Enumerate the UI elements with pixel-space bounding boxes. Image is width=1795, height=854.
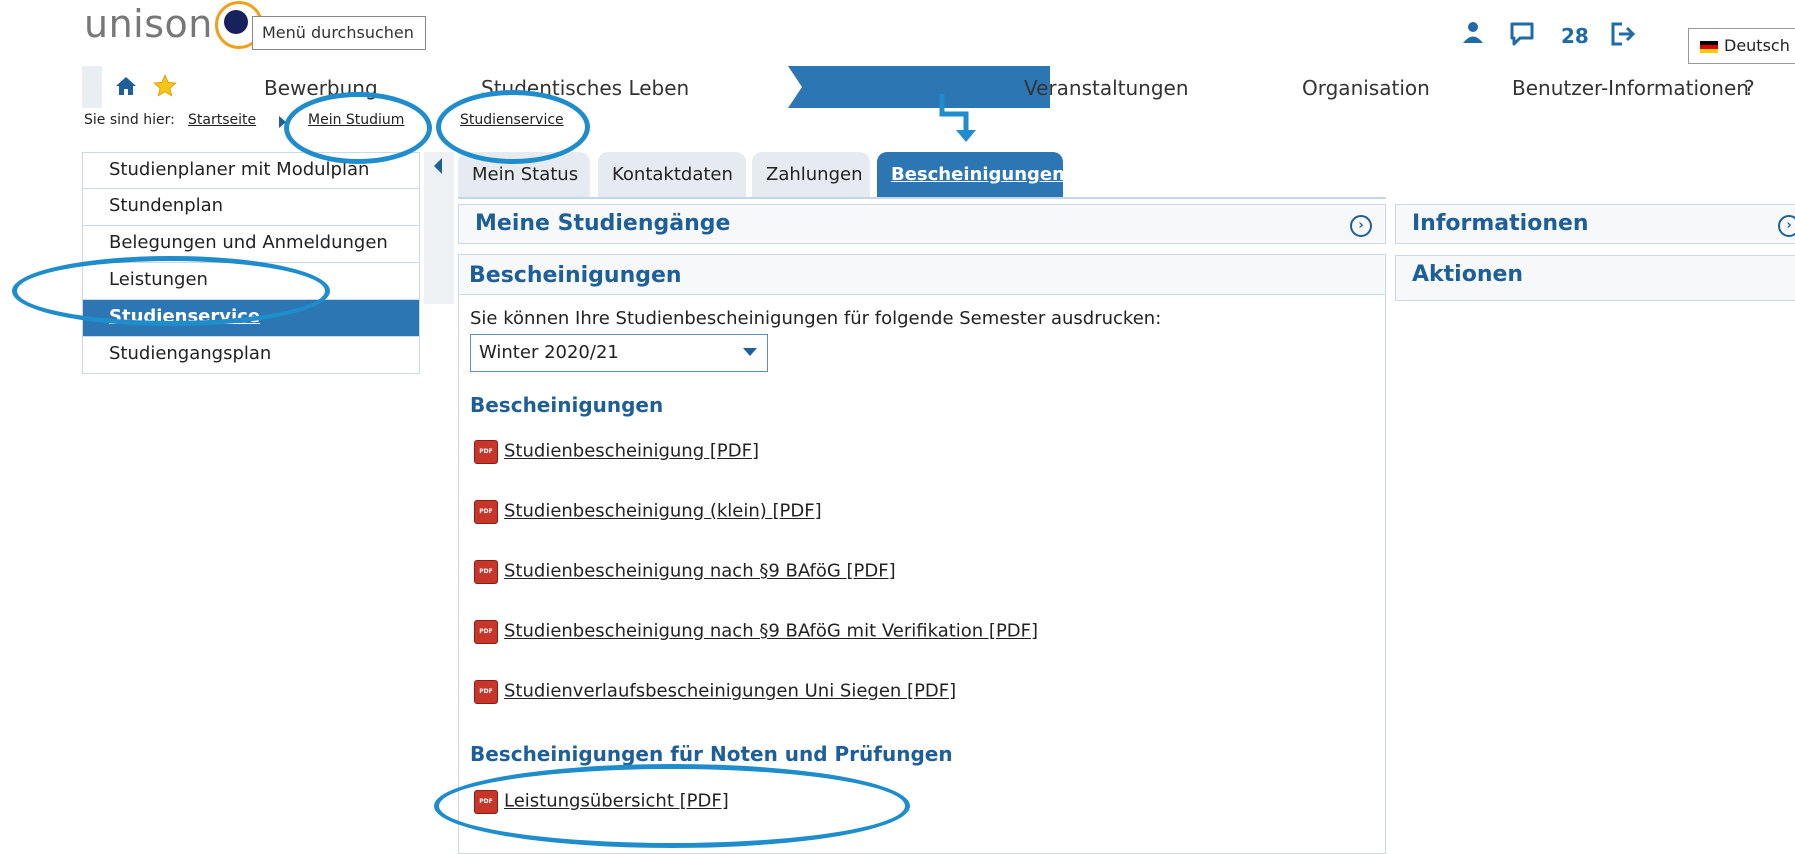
- nav-organisation[interactable]: Organisation: [1302, 76, 1430, 100]
- unison-logo[interactable]: unison: [84, 0, 263, 51]
- nav-veranstaltungen[interactable]: Veranstaltungen: [1024, 76, 1189, 100]
- sidebar-item-belegungen[interactable]: Belegungen und Anmeldungen: [82, 226, 420, 263]
- panel-aktionen[interactable]: Aktionen: [1395, 255, 1795, 301]
- panel-informationen[interactable]: Informationen: [1395, 204, 1795, 244]
- nav-benutzer-informationen[interactable]: Benutzer-Informationen: [1512, 76, 1749, 100]
- sidebar-item-studienservice[interactable]: Studienservice: [82, 300, 420, 337]
- user-icon[interactable]: [1461, 20, 1485, 50]
- logout-icon[interactable]: [1608, 20, 1636, 54]
- logo-text: unison: [84, 2, 213, 46]
- intro-text: Sie können Ihre Studienbescheinigungen f…: [470, 308, 1162, 329]
- doc-link-studienbescheinigung[interactable]: PDF Studienbescheinigung [PDF]: [474, 440, 759, 464]
- language-select[interactable]: Deutsch: [1688, 28, 1795, 64]
- breadcrumb-prefix: Sie sind hier:: [84, 112, 175, 128]
- messages-count[interactable]: 28: [1561, 24, 1589, 48]
- nav-active-bg: [788, 66, 1050, 108]
- sidebar-item-studiengangsplan[interactable]: Studiengangsplan: [82, 337, 420, 374]
- pdf-icon: PDF: [474, 560, 498, 584]
- nav-mein-studium[interactable]: Mein Studium: [772, 10, 928, 34]
- pdf-icon: PDF: [474, 500, 498, 524]
- semester-value: Winter 2020/21: [479, 342, 619, 363]
- doc-link-bafoeg-verifikation[interactable]: PDF Studienbescheinigung nach §9 BAföG mi…: [474, 620, 1038, 644]
- pdf-icon: PDF: [474, 680, 498, 704]
- panel-title: Aktionen: [1412, 262, 1524, 287]
- section-noten-pruefungen: Bescheinigungen für Noten und Prüfungen: [470, 742, 953, 766]
- nav-help[interactable]: ?: [1744, 76, 1755, 100]
- expand-circle-icon[interactable]: ›: [1778, 215, 1795, 237]
- doc-link-leistungsuebersicht[interactable]: PDF Leistungsübersicht [PDF]: [474, 790, 729, 814]
- doc-link-bafoeg[interactable]: PDF Studienbescheinigung nach §9 BAföG [P…: [474, 560, 896, 584]
- sidebar-item-leistungen[interactable]: Leistungen: [82, 263, 420, 300]
- favorites-star-icon[interactable]: [152, 73, 178, 103]
- tab-zahlungen[interactable]: Zahlungen: [752, 152, 870, 198]
- sidebar-collapse-strip[interactable]: [424, 152, 454, 304]
- collapse-arrow-icon[interactable]: [434, 158, 442, 174]
- menu-search-input[interactable]: Menü durchsuchen: [252, 16, 426, 50]
- bescheinigungen-heading: Bescheinigungen: [459, 255, 1385, 295]
- chevron-down-icon: [743, 348, 757, 356]
- tab-kontaktdaten[interactable]: Kontaktdaten: [598, 152, 746, 198]
- tab-mein-status[interactable]: Mein Status: [458, 152, 590, 198]
- breadcrumb-studienservice[interactable]: Studienservice: [460, 112, 564, 128]
- doc-link-studienbescheinigung-klein[interactable]: PDF Studienbescheinigung (klein) [PDF]: [474, 500, 822, 524]
- home-icon[interactable]: [114, 74, 138, 102]
- pdf-icon: PDF: [474, 620, 498, 644]
- language-label: Deutsch: [1724, 36, 1790, 55]
- breadcrumb-mein-studium[interactable]: Mein Studium: [308, 112, 404, 128]
- sidebar-item-stundenplan[interactable]: Stundenplan: [82, 189, 420, 226]
- nav-bewerbung[interactable]: Bewerbung: [264, 76, 378, 100]
- tab-bescheinigungen[interactable]: Bescheinigungen: [877, 152, 1065, 198]
- doc-link-studienverlauf[interactable]: PDF Studienverlaufsbescheinigungen Uni Si…: [474, 680, 956, 704]
- section-bescheinigungen: Bescheinigungen: [470, 393, 664, 417]
- sidebar-item-studienplaner[interactable]: Studienplaner mit Modulplan: [82, 152, 420, 189]
- breadcrumb-startseite[interactable]: Startseite: [188, 112, 256, 128]
- messages-icon[interactable]: [1508, 20, 1536, 54]
- breadcrumb-separator-icon: [278, 114, 288, 133]
- tab-underline: [458, 197, 1386, 199]
- pdf-icon: PDF: [474, 790, 498, 814]
- panel-meine-studiengaenge[interactable]: Meine Studiengänge: [458, 204, 1386, 244]
- panel-title: Meine Studiengänge: [475, 211, 731, 236]
- panel-title: Informationen: [1412, 211, 1589, 236]
- sidebar: Studienplaner mit Modulplan Stundenplan …: [82, 152, 420, 374]
- pdf-icon: PDF: [474, 440, 498, 464]
- nav-studentisches-leben[interactable]: Studentisches Leben: [481, 76, 689, 100]
- annotation-arrow: [938, 92, 978, 148]
- semester-select[interactable]: Winter 2020/21: [470, 334, 768, 372]
- expand-circle-icon[interactable]: ›: [1350, 215, 1372, 237]
- german-flag-icon: [1700, 40, 1718, 53]
